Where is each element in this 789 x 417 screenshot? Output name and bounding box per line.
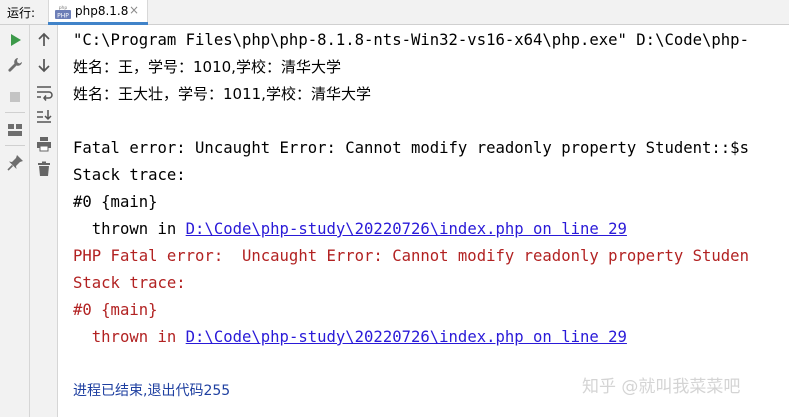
tab-label: php8.1.8 (75, 4, 129, 18)
pin-icon[interactable] (5, 153, 25, 173)
scroll-to-end-icon[interactable] (34, 107, 54, 127)
stack-trace-label: Stack trace: (73, 274, 186, 292)
file-link[interactable]: D:\Code\php-study\20220726\index.php on … (186, 220, 627, 238)
soft-wrap-icon[interactable] (34, 82, 54, 102)
console-output[interactable]: "C:\Program Files\php\php-8.1.8-nts-Win3… (58, 25, 789, 417)
file-link[interactable]: D:\Code\php-study\20220726\index.php on … (186, 328, 627, 346)
console-command-line: "C:\Program Files\php\php-8.1.8-nts-Win3… (73, 31, 749, 49)
thrown-in-line: thrown in D:\Code\php-study\20220726\ind… (73, 327, 627, 347)
console-output-line: 姓名：王大壮，学号：1011,学校：清华大学 (73, 85, 371, 103)
stack-trace-label: Stack trace: (73, 166, 186, 184)
php-file-icon: PHP php (55, 5, 71, 20)
thrown-in-text: thrown in (73, 220, 186, 238)
php-fatal-error-line: PHP Fatal error: Uncaught Error: Cannot … (73, 247, 749, 265)
process-exit-message: 进程已结束,退出代码255 (73, 383, 231, 399)
toolbar-separator (5, 145, 25, 146)
trash-icon[interactable] (34, 159, 54, 179)
toolbar-separator (5, 112, 25, 113)
thrown-in-text: thrown in (73, 328, 186, 346)
run-toolbar (0, 25, 30, 417)
svg-text:php: php (59, 5, 68, 11)
watermark: 知乎 @就叫我菜菜吧 (582, 377, 741, 397)
run-label: 运行: (7, 6, 36, 20)
print-icon[interactable] (34, 134, 54, 154)
fatal-error-line: Fatal error: Uncaught Error: Cannot modi… (73, 139, 749, 157)
stack-frame-line: #0 {main} (73, 193, 158, 211)
wrench-icon[interactable] (5, 55, 25, 75)
console-output-line: 姓名：王，学号：1010,学校：清华大学 (73, 58, 341, 76)
svg-text:PHP: PHP (57, 13, 69, 20)
stop-icon[interactable] (5, 87, 25, 107)
run-icon[interactable] (5, 30, 25, 50)
arrow-up-icon[interactable] (34, 30, 54, 50)
tab-close-icon[interactable]: × (129, 3, 139, 17)
console-toolbar (30, 25, 58, 417)
layout-icon[interactable] (5, 120, 25, 140)
thrown-in-line: thrown in D:\Code\php-study\20220726\ind… (73, 219, 627, 239)
arrow-down-icon[interactable] (34, 55, 54, 75)
stack-frame-line: #0 {main} (73, 301, 158, 319)
run-tool-window-header: 运行: PHP php php8.1.8 × (0, 0, 789, 25)
